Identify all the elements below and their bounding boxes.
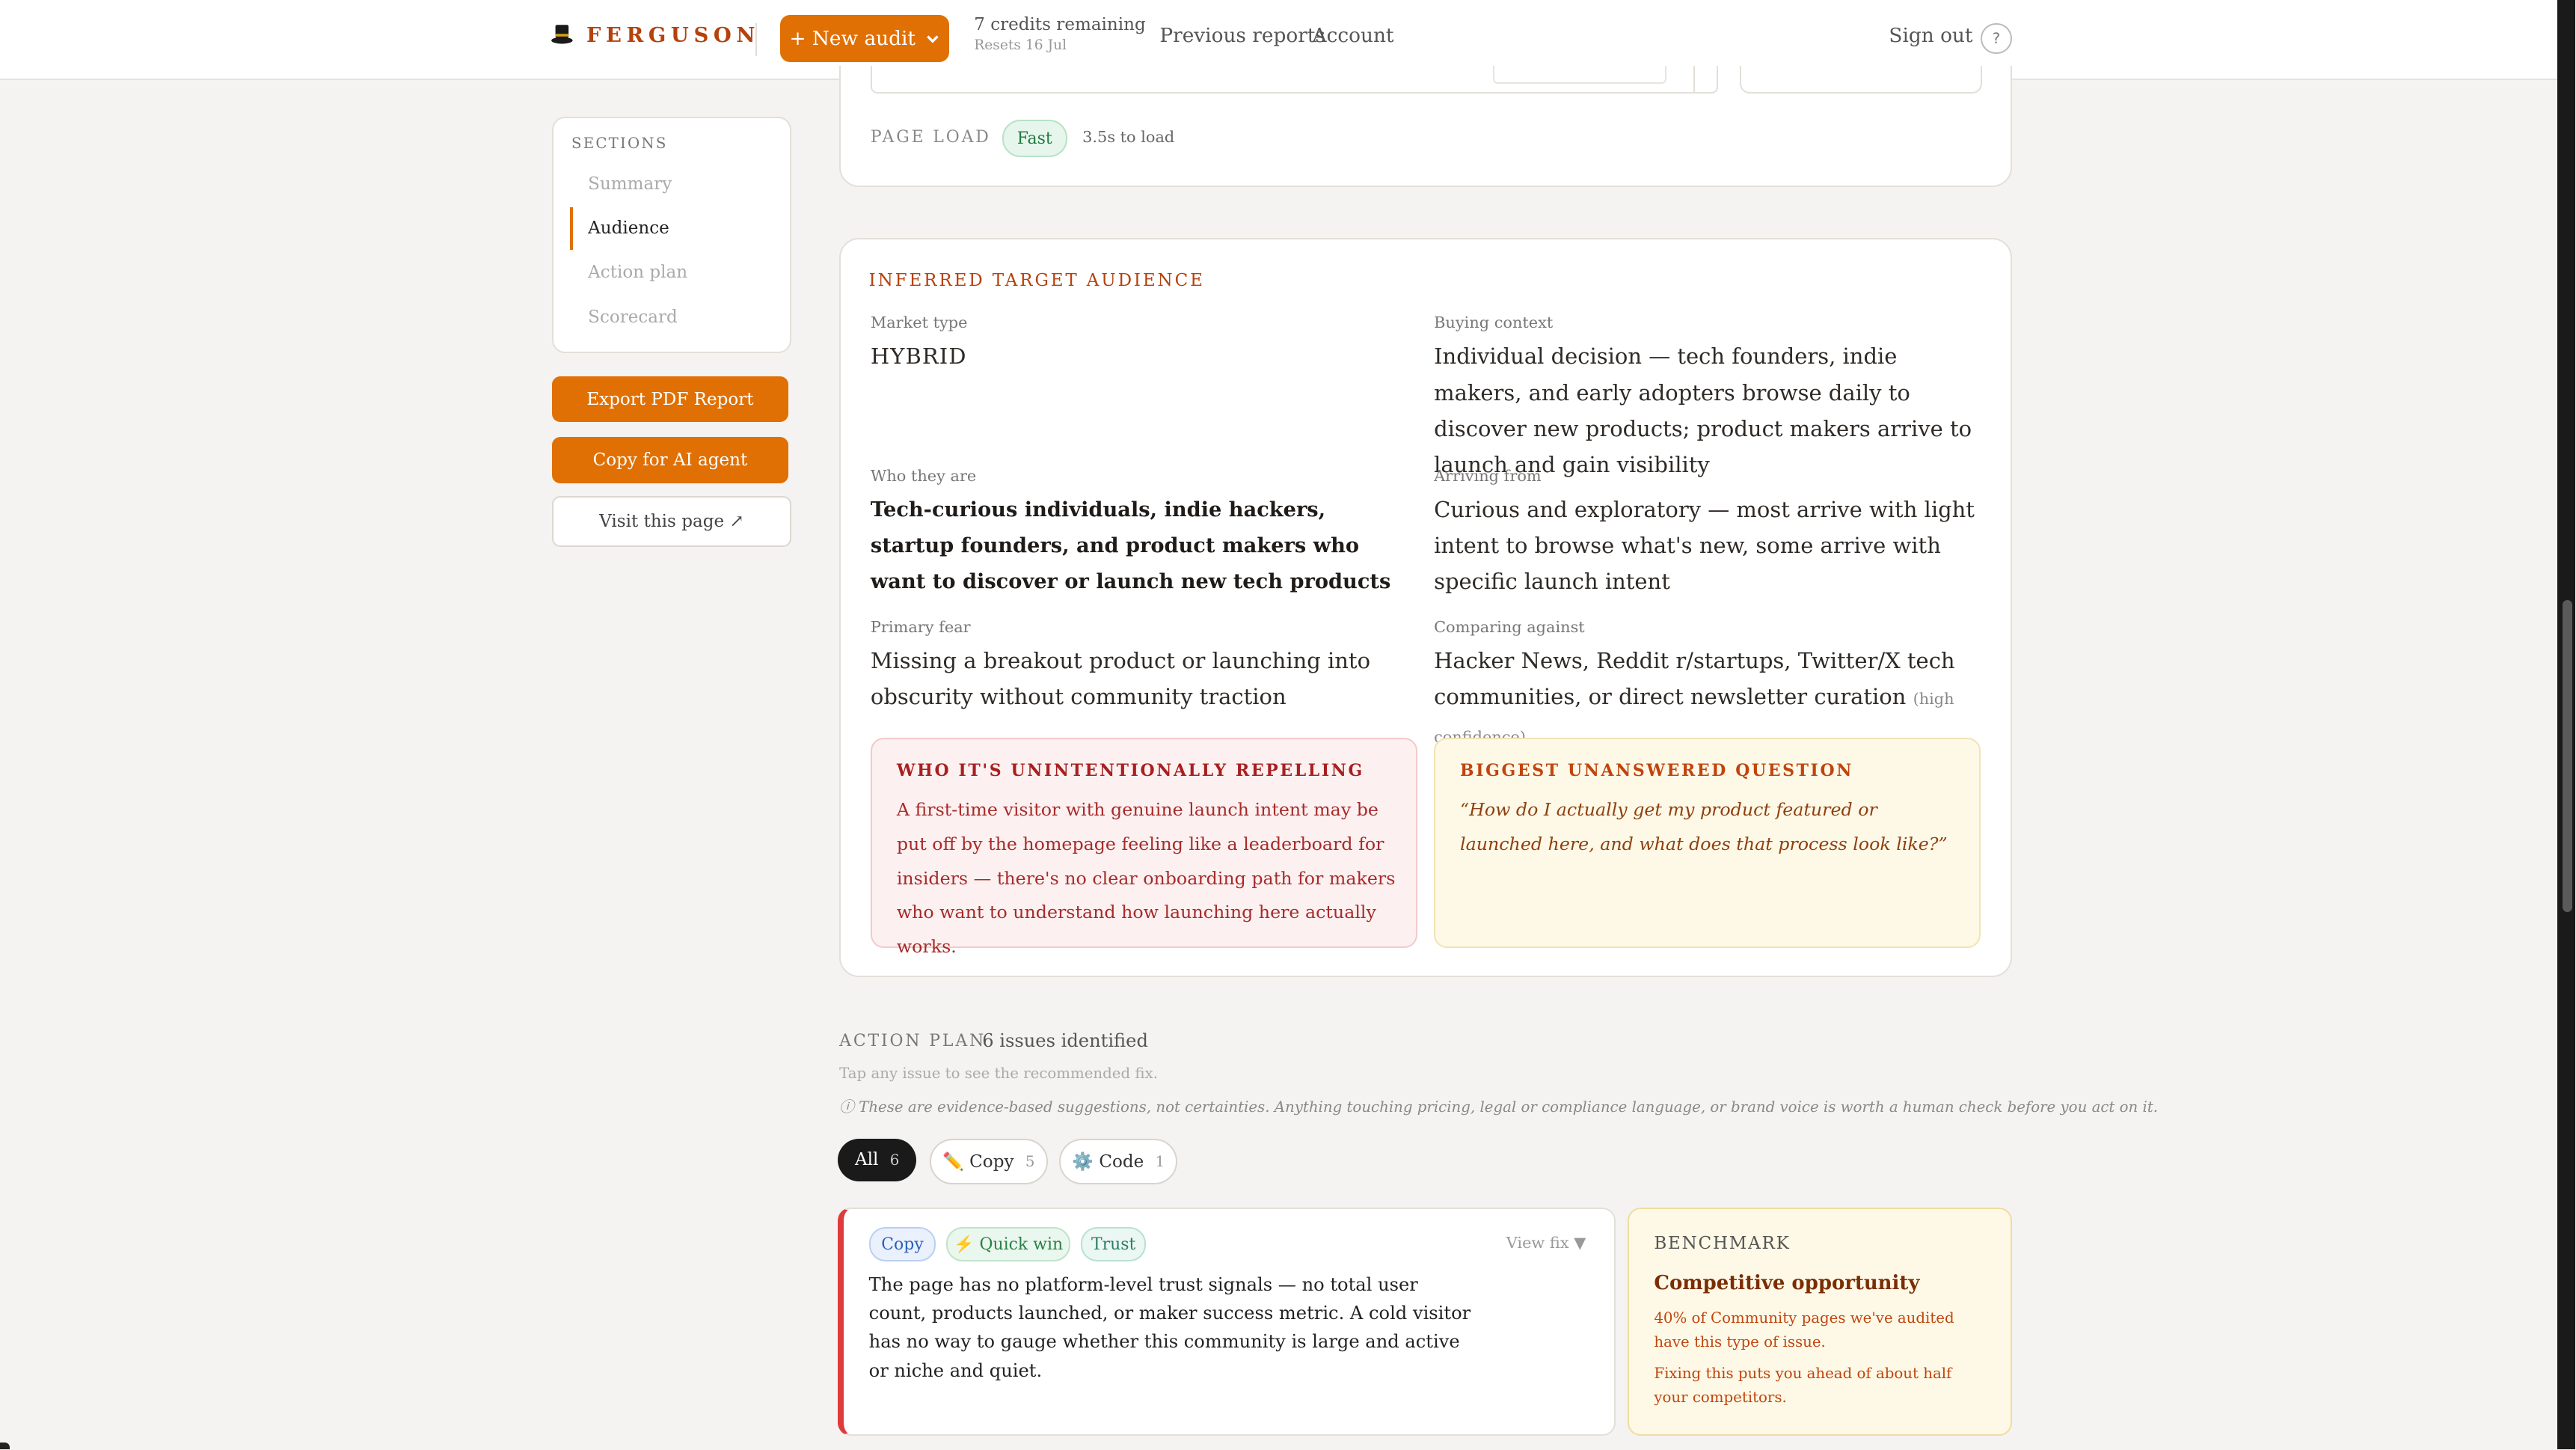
sections-title: SECTIONS (571, 134, 668, 152)
benchmark-heading: Competitive opportunity (1654, 1271, 1920, 1294)
scrollbar-thumb[interactable] (2562, 599, 2572, 912)
action-plan-label: ACTION PLAN (839, 1032, 987, 1051)
tag-quick-win: ⚡ Quick win (945, 1227, 1071, 1262)
section-link-scorecard[interactable]: Scorecard (588, 308, 678, 327)
comparing-value: Hacker News, Reddit r/startups, Twitter/… (1434, 647, 1955, 709)
fear-label: Primary fear (870, 617, 971, 636)
view-fix-toggle[interactable]: View fix ▼ (1506, 1234, 1586, 1252)
filter-code-label: ⚙️ Code (1072, 1151, 1144, 1172)
previous-reports-link[interactable]: Previous reports (1159, 25, 1325, 47)
top-hat-icon (551, 25, 573, 44)
credits-reset-date: Resets 16 Jul (974, 37, 1067, 54)
repelling-callout: WHO IT'S UNINTENTIONALLY REPELLING A fir… (870, 738, 1417, 957)
comparing-label: Comparing against (1434, 617, 1585, 636)
side-panel-edge (1739, 65, 1983, 94)
filter-code[interactable]: ⚙️ Code 1 (1059, 1138, 1178, 1184)
question-title: BIGGEST UNANSWERED QUESTION (1460, 760, 1853, 780)
credits-remaining: 7 credits remaining (974, 14, 1146, 34)
section-link-action-plan[interactable]: Action plan (588, 263, 687, 282)
preview-divider (1693, 65, 1696, 92)
credits-indicator: 7 credits remaining Resets 16 Jul (974, 15, 1146, 53)
filter-copy-count: 5 (1025, 1152, 1035, 1170)
sign-out-link[interactable]: Sign out (1889, 25, 1972, 47)
tag-trust: Trust (1080, 1227, 1147, 1262)
who-label: Who they are (870, 466, 977, 485)
filter-copy-label: ✏️ Copy (942, 1151, 1014, 1172)
section-link-audience[interactable]: Audience (588, 218, 669, 238)
visit-page-button[interactable]: Visit this page ↗ (551, 496, 792, 547)
issues-count: 6 issues identified (982, 1030, 1148, 1051)
page-load-badge: Fast (1002, 120, 1067, 158)
chevron-down-icon (927, 35, 939, 43)
active-section-indicator (570, 207, 574, 250)
filter-code-count: 1 (1155, 1152, 1165, 1170)
buying-context-value: Individual decision — tech founders, ind… (1434, 343, 1972, 478)
new-audit-label: + New audit (789, 27, 916, 50)
page-load-time: 3.5s to load (1082, 128, 1175, 147)
question-text: “How do I actually get my product featur… (1460, 799, 1948, 855)
page-load-label: PAGE LOAD (870, 128, 991, 147)
disclaimer-note: ⓘ These are evidence-based suggestions, … (839, 1098, 2159, 1116)
filter-all[interactable]: All 6 (837, 1138, 917, 1181)
benchmark-advice: Fixing this puts you ahead of about half… (1654, 1365, 1952, 1407)
benchmark-title: BENCHMARK (1654, 1234, 1791, 1254)
market-type-label: Market type (870, 313, 968, 332)
nav-divider (755, 22, 758, 56)
filter-all-label: All (854, 1150, 879, 1170)
new-audit-button[interactable]: + New audit (780, 14, 950, 63)
brand-logo[interactable]: FERGUSON (551, 23, 760, 47)
buying-context-label: Buying context (1434, 313, 1554, 332)
unanswered-question-callout: BIGGEST UNANSWERED QUESTION “How do I ac… (1434, 738, 1981, 948)
filter-all-count: 6 (889, 1151, 900, 1169)
section-link-summary[interactable]: Summary (588, 174, 672, 194)
preview-field-edge (1492, 65, 1667, 84)
benchmark-stat: 40% of Community pages we've audited hav… (1654, 1309, 1954, 1350)
repelling-title: WHO IT'S UNINTENTIONALLY REPELLING (896, 760, 1364, 780)
market-type-value: HYBRID (870, 343, 967, 370)
window-corner (0, 1443, 10, 1449)
who-value: Tech-curious individuals, indie hackers,… (870, 497, 1391, 594)
copy-for-ai-button[interactable]: Copy for AI agent (551, 437, 789, 483)
tap-hint: Tap any issue to see the recommended fix… (839, 1065, 1158, 1082)
preview-panel-edge (870, 65, 1718, 94)
arriving-value: Curious and exploratory — most arrive wi… (1434, 496, 1975, 595)
window-edge-scrollbar[interactable] (2557, 0, 2576, 1449)
audience-title: INFERRED TARGET AUDIENCE (868, 271, 1205, 291)
issue-description: The page has no platform-level trust sig… (868, 1273, 1471, 1381)
export-pdf-button[interactable]: Export PDF Report (551, 376, 789, 423)
repelling-text: A first-time visitor with genuine launch… (896, 799, 1396, 958)
arriving-label: Arriving from (1434, 466, 1542, 485)
filter-copy[interactable]: ✏️ Copy 5 (929, 1138, 1048, 1184)
tag-copy: Copy (868, 1227, 936, 1262)
account-link[interactable]: Account (1313, 25, 1394, 47)
help-icon[interactable]: ? (1981, 22, 2012, 55)
brand-name: FERGUSON (586, 22, 761, 47)
fear-value: Missing a breakout product or launching … (870, 647, 1371, 709)
